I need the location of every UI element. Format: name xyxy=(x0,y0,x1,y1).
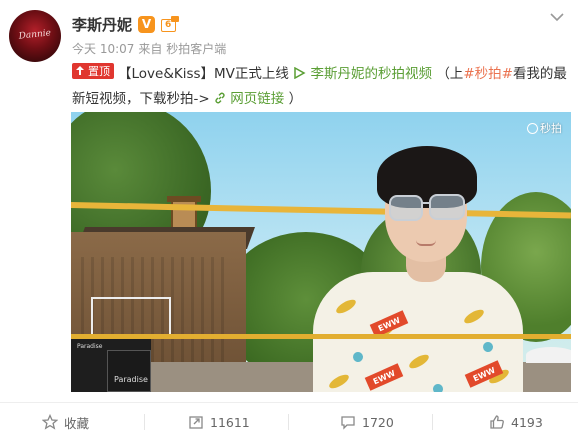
favorite-label: 收藏 xyxy=(64,415,90,431)
favorite-button[interactable]: 收藏 xyxy=(42,412,89,432)
video-person-glasses xyxy=(389,195,423,221)
author-row: 李斯丹妮 V 6 xyxy=(72,13,180,35)
level-badge-icon[interactable]: 6 xyxy=(161,15,180,33)
post-time[interactable]: 今天 10:07 xyxy=(72,40,134,57)
shirt-pattern xyxy=(481,340,495,354)
hashtag-link[interactable]: #秒拍# xyxy=(463,66,513,82)
video-sign-2: Paradise xyxy=(107,350,151,392)
video-rail xyxy=(91,297,171,337)
action-separator xyxy=(288,414,289,430)
repost-count: 11611 xyxy=(210,414,250,430)
post-text-2: （上 xyxy=(436,66,464,82)
author-name[interactable]: 李斯丹妮 xyxy=(72,14,132,35)
like-button[interactable]: 4193 xyxy=(489,412,543,432)
thumbs-up-icon xyxy=(490,415,504,429)
video-person-glasses xyxy=(429,194,465,220)
video-watermark: 秒拍 xyxy=(527,120,562,136)
video-link[interactable]: 李斯丹妮的秒拍视频 xyxy=(293,66,436,82)
video-play-icon xyxy=(294,66,306,80)
post-text-1: 【Love&Kiss】MV正式上线 xyxy=(118,66,289,82)
web-link-label: 网页链接 xyxy=(230,91,285,107)
shirt-pattern xyxy=(351,350,365,364)
weibo-post: Dannie 李斯丹妮 V 6 今天 10:07 来自 秒拍客户端 置顶 【Lo… xyxy=(0,0,578,439)
post-content: 置顶 【Love&Kiss】MV正式上线 李斯丹妮的秒拍视频 （上#秒拍#看我的… xyxy=(72,62,572,112)
video-person-mouth xyxy=(416,240,436,246)
star-icon xyxy=(42,414,58,430)
comment-icon xyxy=(341,416,355,430)
post-meta: 今天 10:07 来自 秒拍客户端 xyxy=(72,40,226,57)
repost-button[interactable]: 11611 xyxy=(188,412,250,432)
web-link[interactable]: 网页链接 xyxy=(214,91,289,107)
avatar[interactable]: Dannie xyxy=(9,10,61,62)
video-net-bottom xyxy=(71,334,571,339)
watermark-label: 秒拍 xyxy=(540,122,562,135)
comment-button[interactable]: 1720 xyxy=(340,412,394,432)
verified-badge-icon[interactable]: V xyxy=(138,15,156,33)
shirt-pattern xyxy=(407,352,431,371)
action-separator xyxy=(144,414,145,430)
post-text-4: ） xyxy=(288,91,303,107)
video-person-glasses-bridge xyxy=(421,202,431,204)
action-separator xyxy=(432,414,433,430)
shirt-pattern xyxy=(462,307,486,326)
level-badge-flag xyxy=(171,15,180,22)
video-player[interactable]: Paradise Paradise EWW EWW EWW 秒拍 xyxy=(71,112,571,392)
repost-icon xyxy=(189,416,203,429)
shirt-pattern xyxy=(327,372,351,391)
video-link-label: 李斯丹妮的秒拍视频 xyxy=(310,66,433,82)
avatar-signature: Dannie xyxy=(18,28,52,42)
link-icon xyxy=(215,92,225,104)
comment-count: 1720 xyxy=(362,414,394,430)
shirt-pattern xyxy=(334,297,358,316)
video-sign-text: Paradise xyxy=(77,343,103,350)
video-sign-2-text: Paradise xyxy=(114,375,148,384)
pin-icon xyxy=(76,66,84,75)
chevron-down-icon[interactable] xyxy=(548,10,566,24)
miaopai-logo-icon xyxy=(527,122,538,134)
pin-label: 置顶 xyxy=(88,64,110,78)
shirt-pattern xyxy=(431,382,445,392)
like-count: 4193 xyxy=(511,414,543,430)
pin-badge: 置顶 xyxy=(72,63,114,79)
action-divider xyxy=(0,402,578,403)
video-umbrella xyxy=(526,347,571,363)
post-source[interactable]: 来自 秒拍客户端 xyxy=(138,40,226,57)
